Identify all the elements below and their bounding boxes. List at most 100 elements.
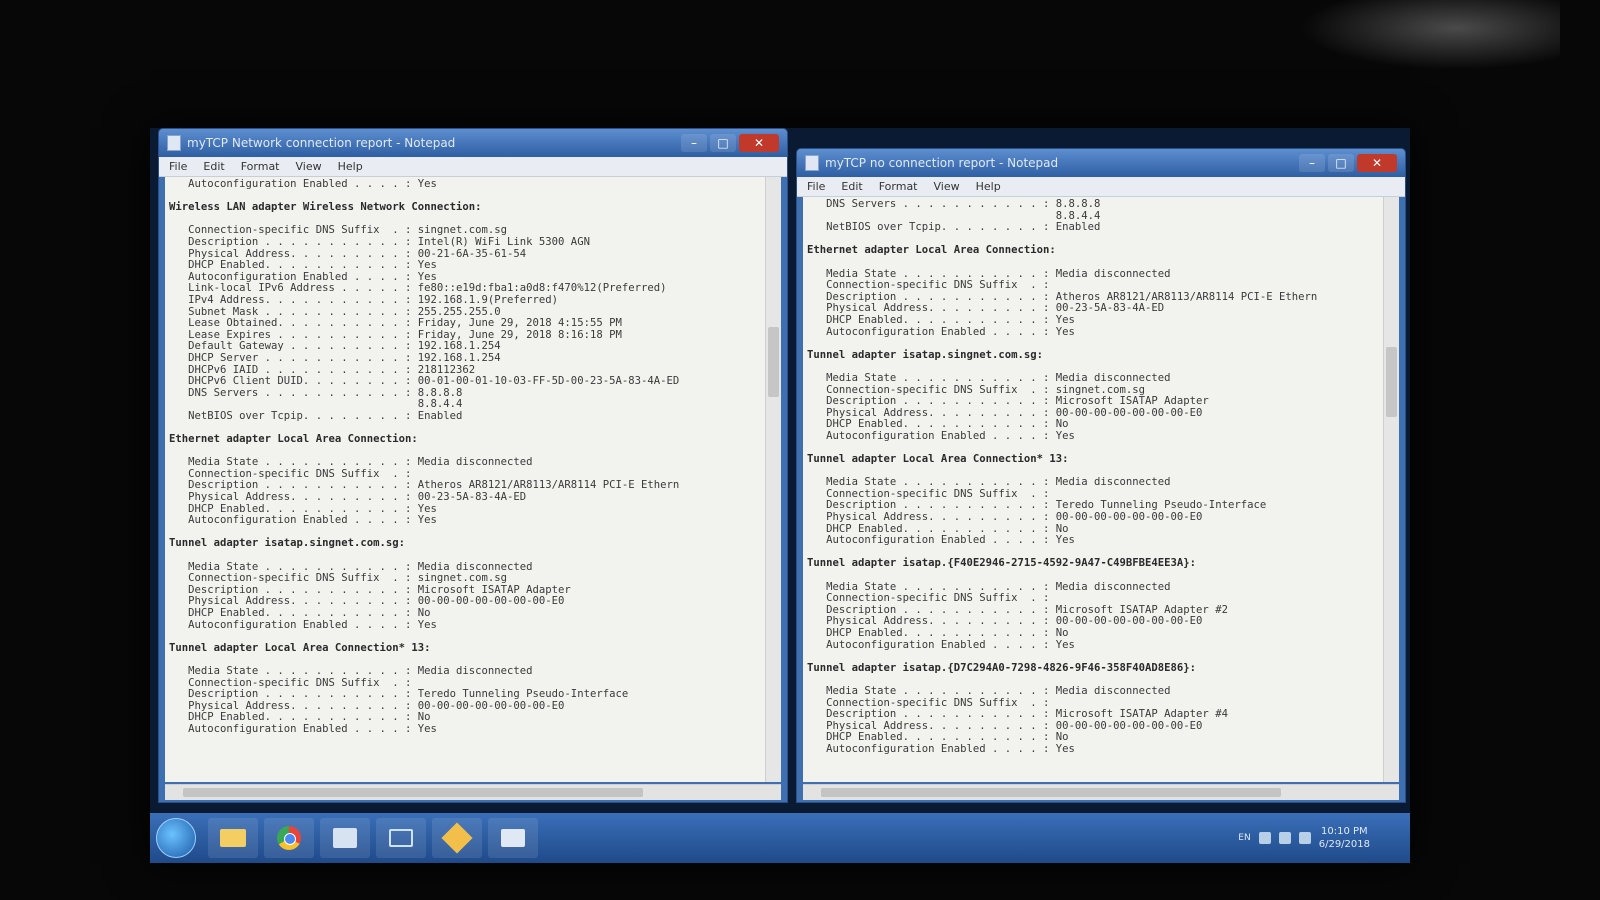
notepad-icon [167, 135, 181, 151]
vertical-scrollbar[interactable] [1383, 197, 1399, 782]
app-icon [441, 822, 473, 854]
close-button[interactable]: ✕ [1357, 154, 1397, 172]
text-line [169, 631, 777, 643]
text-line: Description . . . . . . . . . . . : Micr… [807, 395, 1209, 408]
text-line: Autoconfiguration Enabled . . . . : Yes [807, 742, 1075, 755]
text-line: NetBIOS over Tcpip. . . . . . . . : Enab… [807, 221, 1101, 234]
network-status-icon[interactable] [1278, 832, 1291, 844]
clock[interactable]: 10:10 PM 6/29/2018 [1319, 825, 1370, 851]
menu-format[interactable]: Format [241, 157, 280, 176]
taskbar-app[interactable] [432, 818, 482, 858]
menu-bar: File Edit Format View Help [159, 157, 787, 177]
network-icon [389, 829, 413, 847]
section-heading: Tunnel adapter isatap.singnet.com.sg: [807, 348, 1043, 361]
text-line: Autoconfiguration Enabled . . . . : Yes [807, 534, 1075, 547]
volume-icon[interactable] [1298, 832, 1311, 844]
text-line [807, 338, 1395, 350]
text-line: NetBIOS over Tcpip. . . . . . . . : Enab… [169, 409, 463, 422]
text-editor[interactable]: Autoconfiguration Enabled . . . . : Yes W… [165, 177, 781, 782]
menu-edit[interactable]: Edit [203, 157, 224, 176]
text-line: DHCP Enabled. . . . . . . . . . . : No [807, 626, 1069, 639]
text-line: Description . . . . . . . . . . . : Micr… [807, 708, 1228, 721]
taskbar-chrome[interactable] [264, 818, 314, 858]
text-line: DHCP Server . . . . . . . . . . . : 192.… [169, 351, 501, 364]
screen-glare [1300, 0, 1560, 70]
scroll-thumb[interactable] [1386, 347, 1397, 417]
taskbar-explorer[interactable] [208, 818, 258, 858]
horizontal-scrollbar[interactable] [165, 784, 781, 800]
text-line: Autoconfiguration Enabled . . . . : Yes [807, 325, 1075, 338]
minimize-button[interactable]: – [1299, 154, 1325, 172]
minimize-button[interactable]: – [681, 134, 707, 152]
menu-file[interactable]: File [169, 157, 187, 176]
text-line: Autoconfiguration Enabled . . . . : Yes [169, 514, 437, 527]
taskbar-notepad[interactable] [488, 818, 538, 858]
maximize-button[interactable]: □ [710, 134, 736, 152]
menu-help[interactable]: Help [976, 177, 1001, 196]
start-button[interactable] [156, 818, 196, 858]
editor-text: DNS Servers . . . . . . . . . . . : 8.8.… [803, 197, 1399, 758]
notepad-icon [501, 829, 525, 847]
text-line: Lease Obtained. . . . . . . . . . : Frid… [169, 317, 622, 330]
text-line [807, 570, 1395, 582]
monitor-screen: myTCP Network connection report - Notepa… [150, 128, 1410, 863]
taskbar: EN 10:10 PM 6/29/2018 [150, 813, 1410, 863]
text-line: Description . . . . . . . . . . . : Inte… [169, 235, 590, 248]
scroll-thumb[interactable] [183, 788, 643, 797]
section-heading: Tunnel adapter isatap.{F40E2946-2715-459… [807, 557, 1197, 570]
close-button[interactable]: ✕ [739, 134, 779, 152]
notepad-window-left[interactable]: myTCP Network connection report - Notepa… [158, 128, 788, 803]
text-line: Autoconfiguration Enabled . . . . : Yes [169, 722, 437, 735]
title-bar[interactable]: myTCP no connection report - Notepad – □… [797, 149, 1405, 177]
menu-edit[interactable]: Edit [841, 177, 862, 196]
section-heading: Tunnel adapter isatap.{D7C294A0-7298-482… [807, 661, 1197, 674]
text-line [807, 257, 1395, 269]
section-heading: Tunnel adapter Local Area Connection* 13… [169, 641, 431, 654]
folder-icon [220, 829, 246, 847]
menu-file[interactable]: File [807, 177, 825, 196]
menu-view[interactable]: View [296, 157, 322, 176]
text-line: DNS Servers . . . . . . . . . . . : 8.8.… [807, 198, 1101, 210]
editor-text: Autoconfiguration Enabled . . . . : Yes W… [165, 177, 781, 738]
menu-format[interactable]: Format [879, 177, 918, 196]
menu-help[interactable]: Help [338, 157, 363, 176]
text-line: Connection-specific DNS Suffix . : [807, 279, 1050, 292]
section-heading: Ethernet adapter Local Area Connection: [169, 433, 418, 446]
maximize-button[interactable]: □ [1328, 154, 1354, 172]
text-line: Description . . . . . . . . . . . : Tere… [169, 688, 629, 701]
notepad-window-right[interactable]: myTCP no connection report - Notepad – □… [796, 148, 1406, 803]
text-line: Media State . . . . . . . . . . . : Medi… [807, 371, 1171, 384]
text-line: DHCPv6 Client DUID. . . . . . . . : 00-0… [169, 375, 680, 388]
text-line: Autoconfiguration Enabled . . . . : Yes [807, 429, 1075, 442]
section-heading: Tunnel adapter isatap.singnet.com.sg: [169, 537, 405, 550]
text-editor[interactable]: DNS Servers . . . . . . . . . . . : 8.8.… [803, 197, 1399, 782]
text-line: Physical Address. . . . . . . . . : 00-0… [807, 511, 1203, 524]
text-line [807, 651, 1395, 663]
scroll-thumb[interactable] [768, 327, 779, 397]
text-line: DHCP Enabled. . . . . . . . . . . : No [169, 606, 431, 619]
flag-icon[interactable] [1258, 832, 1271, 844]
text-line: Autoconfiguration Enabled . . . . : Yes [169, 618, 437, 631]
text-line: Media State . . . . . . . . . . . : Medi… [807, 684, 1171, 697]
taskbar-network[interactable] [376, 818, 426, 858]
taskbar-media[interactable] [320, 818, 370, 858]
section-heading: Ethernet adapter Local Area Connection: [807, 244, 1056, 257]
section-heading: Tunnel adapter Local Area Connection* 13… [807, 453, 1069, 466]
menu-bar: File Edit Format View Help [797, 177, 1405, 197]
horizontal-scrollbar[interactable] [803, 784, 1399, 800]
chrome-icon [277, 826, 301, 850]
window-title: myTCP Network connection report - Notepa… [187, 136, 456, 150]
menu-view[interactable]: View [934, 177, 960, 196]
scroll-thumb[interactable] [821, 788, 1281, 797]
text-line: IPv4 Address. . . . . . . . . . . : 192.… [169, 293, 559, 306]
vertical-scrollbar[interactable] [765, 177, 781, 782]
text-line: Media State . . . . . . . . . . . : Medi… [169, 664, 533, 677]
text-line: DHCP Enabled. . . . . . . . . . . : Yes [169, 259, 437, 272]
notepad-icon [805, 155, 819, 171]
clock-time: 10:10 PM [1321, 826, 1368, 837]
section-heading: Wireless LAN adapter Wireless Network Co… [169, 201, 482, 214]
text-line: Autoconfiguration Enabled . . . . : Yes [807, 638, 1075, 651]
language-indicator[interactable]: EN [1238, 833, 1250, 843]
title-bar[interactable]: myTCP Network connection report - Notepa… [159, 129, 787, 157]
text-line: DHCP Enabled. . . . . . . . . . . : Yes [807, 313, 1075, 326]
